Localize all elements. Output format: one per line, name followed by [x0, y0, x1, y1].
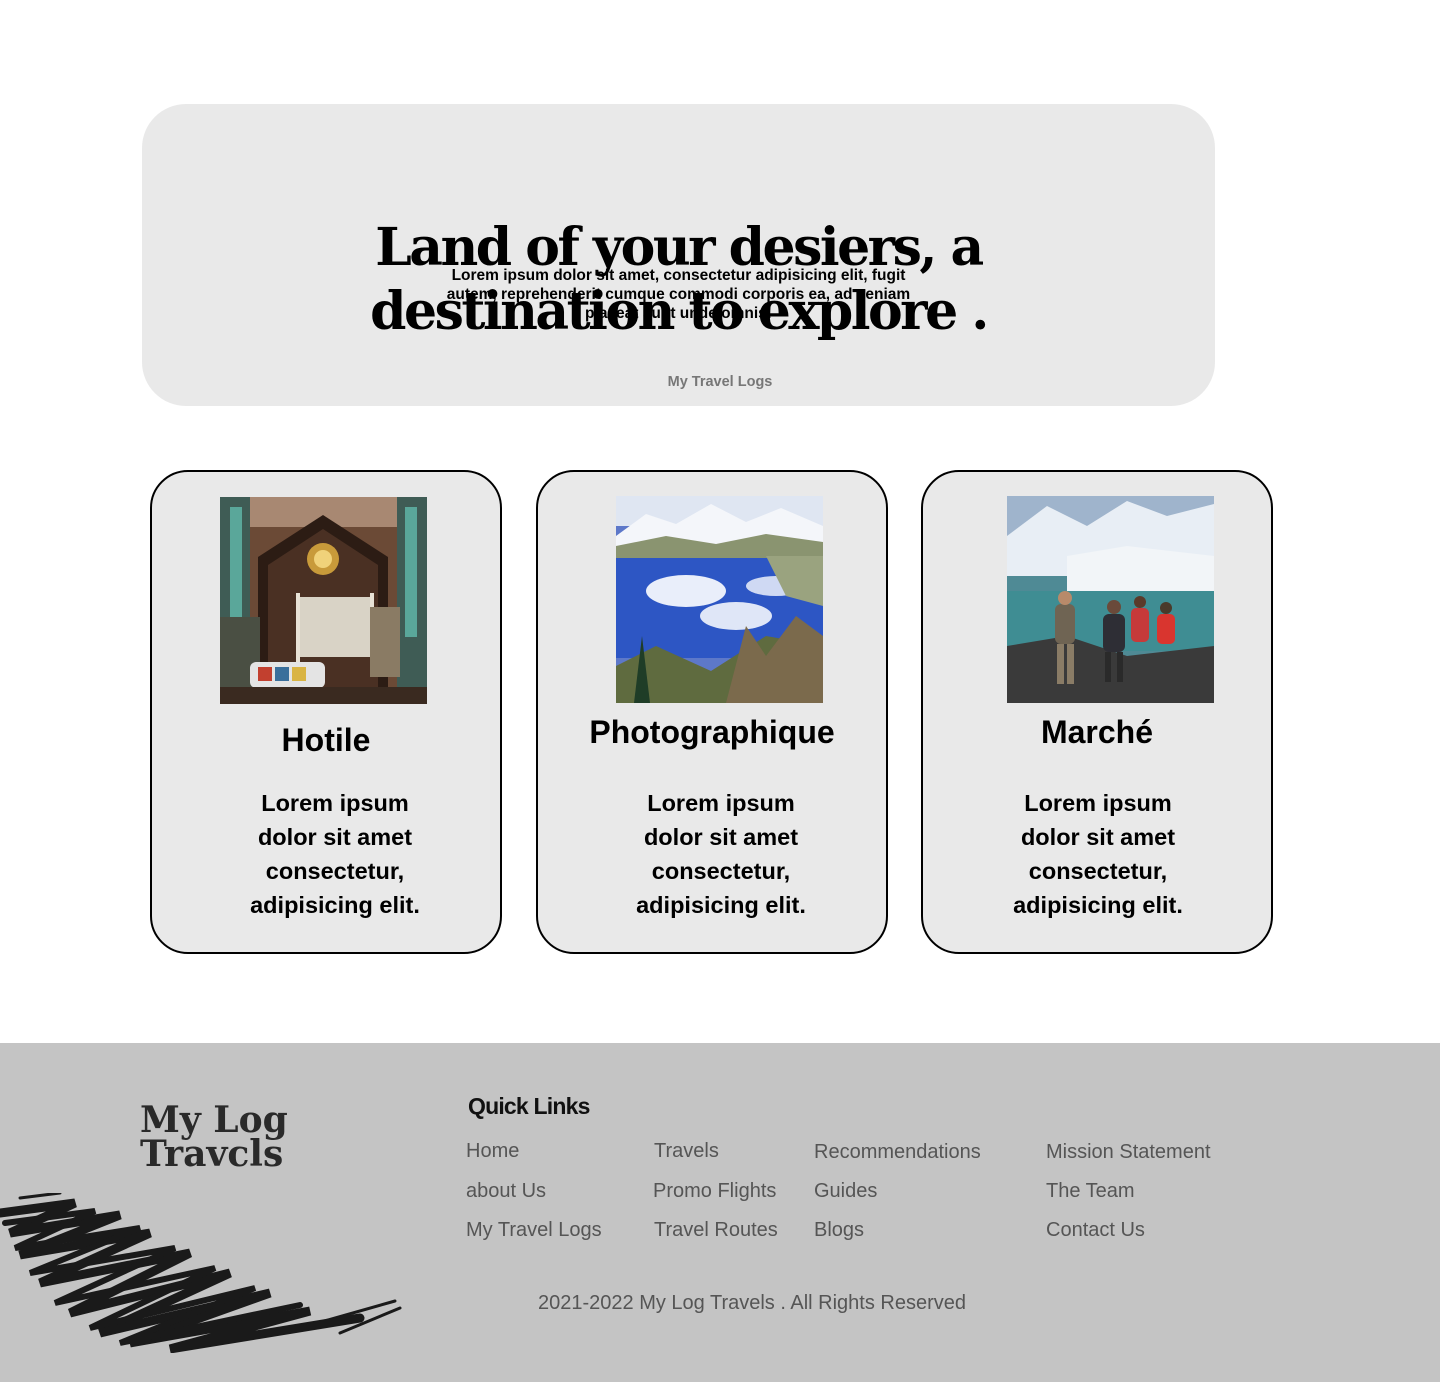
mountain-lake-image	[616, 496, 823, 703]
footer-link-mission-statement[interactable]: Mission Statement	[1046, 1141, 1211, 1164]
glacier-hikers-image	[1007, 496, 1214, 703]
footer-link-contact-us[interactable]: Contact Us	[1046, 1219, 1145, 1242]
footer-link-travels[interactable]: Travels	[654, 1140, 719, 1163]
hero-description: Lorem ipsum dolor sit amet, consectetur …	[446, 267, 911, 322]
card-marche[interactable]: Marché Lorem ipsum dolor sit amet consec…	[921, 470, 1273, 954]
footer-logo[interactable]: My Log Travcls	[140, 1099, 288, 1175]
copyright-text: 2021-2022 My Log Travels . All Rights Re…	[538, 1292, 966, 1314]
footer-link-guides[interactable]: Guides	[814, 1180, 877, 1203]
brush-scribble-icon	[0, 1193, 402, 1353]
footer-link-home[interactable]: Home	[466, 1140, 519, 1163]
footer-link-travel-routes[interactable]: Travel Routes	[654, 1219, 778, 1242]
footer-link-blogs[interactable]: Blogs	[814, 1219, 864, 1242]
card-description: Lorem ipsum dolor sit amet consectetur, …	[1013, 790, 1183, 918]
card-title: Marché	[1040, 714, 1154, 750]
card-description: Lorem ipsum dolor sit amet consectetur, …	[636, 790, 806, 918]
site-footer: My Log Travcls Quick Links Home about Us…	[0, 1043, 1440, 1382]
card-title: Photographique	[589, 714, 835, 750]
footer-link-my-travel-logs[interactable]: My Travel Logs	[466, 1219, 602, 1242]
footer-link-promo-flights[interactable]: Promo Flights	[653, 1180, 776, 1203]
card-hotile[interactable]: Hotile Lorem ipsum dolor sit amet consec…	[150, 470, 502, 954]
hero-banner: Land of your desiers, a destination to e…	[142, 104, 1215, 406]
footer-link-about-us[interactable]: about Us	[466, 1180, 546, 1203]
quick-links-title: Quick Links	[468, 1093, 590, 1119]
hotel-room-image	[220, 497, 427, 704]
card-description: Lorem ipsum dolor sit amet consectetur, …	[250, 790, 420, 918]
footer-logo-line-2: Travcls	[140, 1133, 284, 1175]
card-title: Hotile	[281, 722, 371, 758]
footer-logo-line-1: My Log	[140, 1099, 288, 1141]
footer-link-the-team[interactable]: The Team	[1046, 1180, 1135, 1203]
my-travel-logs-link[interactable]: My Travel Logs	[0, 374, 1440, 390]
card-photographique[interactable]: Photographique Lorem ipsum dolor sit ame…	[536, 470, 888, 954]
footer-link-recommendations[interactable]: Recommendations	[814, 1141, 981, 1164]
